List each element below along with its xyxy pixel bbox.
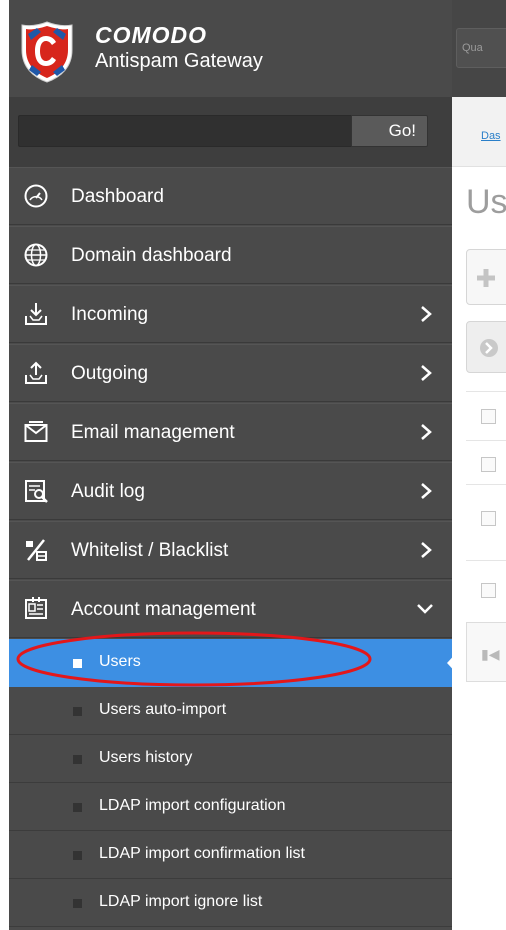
bullet-icon	[73, 707, 82, 716]
sidebar-subitem-label: Users history	[99, 749, 193, 766]
sidebar-subitem-users-history[interactable]: Users history	[9, 735, 452, 783]
brand-subtitle: Antispam Gateway	[95, 50, 263, 72]
sidebar-item-dashboard[interactable]: Dashboard	[9, 167, 452, 225]
outbox-upload-icon	[25, 361, 47, 384]
bullet-icon	[73, 803, 82, 812]
sidebar-item-label: Whitelist / Blacklist	[71, 540, 229, 561]
first-page-icon[interactable]: ▮◀	[481, 646, 499, 663]
table-divider	[466, 560, 506, 561]
chevron-down-icon	[417, 604, 433, 614]
add-icon	[477, 269, 495, 287]
audit-log-icon	[25, 480, 48, 503]
globe-icon	[24, 243, 48, 267]
table-divider	[466, 484, 506, 485]
row-checkbox[interactable]	[481, 457, 496, 472]
row-checkbox[interactable]	[481, 583, 496, 598]
search-input[interactable]	[18, 115, 351, 147]
sidebar-item-label: Email management	[71, 422, 235, 443]
chevron-right-icon	[421, 483, 432, 499]
bullet-icon	[73, 851, 82, 860]
sidebar-subitem-users-auto-import[interactable]: Users auto-import	[9, 687, 452, 735]
dashboard-gauge-icon	[24, 184, 48, 208]
main-content: Qua Das Us ▮◀	[452, 0, 506, 930]
pagination: ▮◀	[466, 622, 506, 682]
sidebar-item-audit-log[interactable]: Audit log	[9, 462, 452, 520]
chevron-right-icon	[421, 365, 432, 381]
sidebar-subitem-label: LDAP import confirmation list	[99, 845, 305, 862]
brand-name: COMODO	[95, 22, 208, 48]
sidebar-item-label: Audit log	[71, 481, 145, 502]
search-go-button[interactable]: Go!	[351, 115, 428, 147]
add-user-button[interactable]	[466, 249, 506, 305]
sidebar-subitem-ldap-import-configuration[interactable]: LDAP import configuration	[9, 783, 452, 831]
sidebar-item-label: Outgoing	[71, 363, 149, 384]
inbox-download-icon	[25, 303, 47, 325]
sidebar-subitem-label: LDAP import configuration	[99, 797, 286, 814]
comodo-logo-icon	[21, 21, 73, 83]
row-checkbox[interactable]	[481, 511, 496, 526]
chevron-right-icon	[421, 542, 432, 558]
sidebar-search: Go!	[9, 97, 452, 167]
sidebar-item-domain-dashboard[interactable]: Domain dashboard	[9, 226, 452, 284]
breadcrumb-link-dashboard[interactable]: Das	[481, 130, 501, 142]
annotation-highlight-ellipse	[16, 631, 372, 687]
sidebar-item-outgoing[interactable]: Outgoing	[9, 344, 452, 402]
select-all-checkbox[interactable]	[481, 409, 496, 424]
page-title: Us	[466, 183, 506, 221]
breadcrumb: Das	[452, 97, 506, 167]
sidebar-subitem-label: Users auto-import	[99, 701, 227, 718]
whitelist-blacklist-icon	[26, 539, 47, 561]
chevron-right-icon	[421, 424, 432, 440]
top-bar: Qua	[452, 0, 506, 97]
import-icon	[480, 339, 498, 357]
bullet-icon	[73, 755, 82, 764]
table-divider	[466, 440, 506, 441]
chevron-right-icon	[421, 306, 432, 322]
sidebar-item-email-management[interactable]: Email management	[9, 403, 452, 461]
bullet-icon	[73, 899, 82, 908]
envelope-icon	[24, 421, 48, 442]
sidebar-subitem-ldap-import-ignore-list[interactable]: LDAP import ignore list	[9, 879, 452, 927]
import-button[interactable]	[466, 321, 506, 373]
table-divider	[466, 391, 506, 392]
account-management-icon	[25, 597, 47, 619]
sidebar-item-incoming[interactable]: Incoming	[9, 285, 452, 343]
app-header: COMODO Antispam Gateway	[9, 0, 452, 97]
sidebar-item-whitelist-blacklist[interactable]: Whitelist / Blacklist	[9, 521, 452, 579]
sidebar-subitem-ldap-import-confirmation-list[interactable]: LDAP import confirmation list	[9, 831, 452, 879]
sidebar-item-label: Domain dashboard	[71, 245, 232, 266]
sidebar-item-label: Dashboard	[71, 186, 164, 207]
sidebar-item-label: Incoming	[71, 304, 149, 325]
sidebar-item-label: Account management	[71, 599, 256, 620]
sidebar-subitem-label: LDAP import ignore list	[99, 893, 263, 910]
quick-action-button[interactable]: Qua	[456, 28, 506, 68]
